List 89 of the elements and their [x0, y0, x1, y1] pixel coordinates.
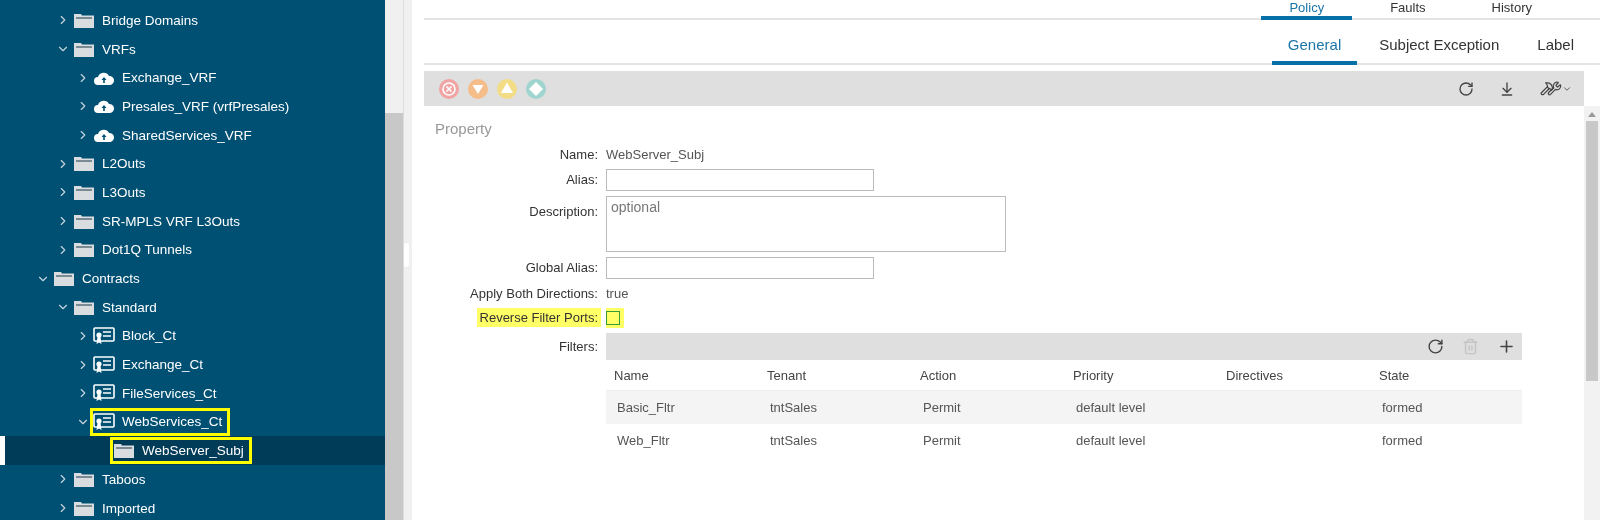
folder-icon: [73, 298, 95, 316]
table-cell-text: Permit: [922, 432, 962, 450]
folder-icon: [73, 241, 95, 259]
tree-row[interactable]: FileServices_Ct: [0, 378, 385, 408]
field-label: Global Alias:: [524, 259, 599, 277]
refresh-icon[interactable]: [1458, 80, 1474, 97]
tree-label: L3Outs: [102, 184, 146, 200]
tree-label: WebServer_Subj: [142, 443, 244, 459]
tree-row[interactable]: SharedServices_VRF: [0, 120, 385, 150]
tree-label: Block_Ct: [122, 328, 177, 344]
table-cell-text: tntSales: [769, 399, 818, 417]
tree-label: Bridge Domains: [102, 12, 199, 28]
tree-row[interactable]: Exchange_Ct: [0, 350, 385, 379]
tab[interactable]: Subject Exception: [1363, 36, 1516, 65]
table-cell-text: Basic_Fltr: [616, 399, 676, 417]
tree-row[interactable]: Taboos: [0, 465, 385, 494]
tab[interactable]: History: [1463, 0, 1560, 20]
field-label: Name:: [558, 146, 599, 164]
tree-label: Imported: [102, 500, 156, 516]
tab[interactable]: Label: [1521, 36, 1590, 65]
folder-icon: [53, 270, 75, 288]
folder-icon: [73, 470, 95, 488]
field-label: Apply Both Directions:: [469, 285, 599, 303]
tab[interactable]: General: [1271, 36, 1358, 65]
tab[interactable]: Policy: [1261, 0, 1353, 20]
folder-icon: [113, 442, 135, 460]
cloud-upload-icon: [93, 127, 115, 144]
tree-row[interactable]: Presales_VRF (vrfPresales): [0, 92, 385, 121]
tree-row[interactable]: WebServer_Subj: [0, 436, 385, 465]
tab[interactable]: Faults: [1362, 0, 1454, 20]
table-cell-text: formed: [1381, 432, 1424, 450]
plus-icon[interactable]: [1497, 337, 1516, 356]
certificate-icon: [93, 384, 115, 403]
folder-icon: [73, 212, 95, 230]
section-heading: Property: [435, 120, 493, 137]
tree-row[interactable]: Standard: [0, 292, 385, 322]
tree-label: Exchange_VRF: [122, 70, 217, 86]
tree-row[interactable]: Block_Ct: [0, 321, 385, 351]
checkbox[interactable]: [606, 311, 620, 325]
field-value: true: [606, 285, 630, 303]
table-cell-text: formed: [1381, 399, 1424, 417]
tree-row[interactable]: SR-MPLS VRF L3Outs: [0, 206, 385, 236]
tree-label: Dot1Q Tunnels: [102, 242, 193, 258]
tree-row[interactable]: Contracts: [0, 264, 385, 293]
folder-icon: [73, 40, 95, 58]
field-value: WebServer_Subj: [606, 146, 706, 164]
folder-icon: [73, 155, 95, 173]
tree-row[interactable]: Bridge Domains: [0, 6, 385, 35]
tree-row[interactable]: Dot1Q Tunnels: [0, 235, 385, 265]
tree-row[interactable]: WebServices_Ct: [0, 407, 385, 437]
field-label: Description:: [528, 203, 599, 221]
tree-label: Standard: [102, 299, 157, 315]
tree-row[interactable]: Exchange_VRF: [0, 63, 385, 93]
table-cell-text: Permit: [922, 399, 962, 417]
field-label: Reverse Filter Ports:: [476, 308, 601, 327]
tree-label: SR-MPLS VRF L3Outs: [102, 213, 241, 229]
cloud-upload-icon: [93, 98, 115, 115]
certificate-icon: [93, 412, 115, 431]
table-cell-text: default level: [1075, 432, 1147, 450]
tree-label: Presales_VRF (vrfPresales): [122, 98, 290, 114]
folder-icon: [73, 11, 95, 29]
tree-label: Contracts: [82, 271, 140, 287]
folder-icon: [73, 183, 95, 201]
table-cell-text: tntSales: [769, 432, 818, 450]
tree-label: VRFs: [102, 41, 136, 57]
description-field[interactable]: optional: [606, 196, 1006, 252]
certificate-icon: [93, 326, 115, 345]
tools-icon[interactable]: [1540, 81, 1572, 96]
download-icon[interactable]: [1499, 80, 1515, 97]
refresh-icon[interactable]: [1427, 338, 1444, 355]
tree-label: WebServices_Ct: [122, 414, 223, 430]
tree-row[interactable]: L3Outs: [0, 178, 385, 207]
tree-label: L2Outs: [102, 156, 146, 172]
text-field[interactable]: [606, 169, 874, 191]
table-cell-text: default level: [1075, 399, 1147, 417]
tree-label: SharedServices_VRF: [122, 127, 252, 143]
tree-row[interactable]: VRFs: [0, 34, 385, 64]
field-label: Alias:: [565, 171, 599, 189]
tree-row[interactable]: L2Outs: [0, 149, 385, 179]
tree-row[interactable]: Imported: [0, 493, 385, 520]
tree-label: Taboos: [102, 471, 146, 487]
table-cell-text: Web_Fltr: [616, 432, 671, 450]
folder-icon: [73, 499, 95, 517]
selection-bar: [0, 436, 5, 465]
tree-label: Exchange_Ct: [122, 357, 204, 373]
field-label: Filters:: [558, 338, 599, 356]
tree-label: FileServices_Ct: [122, 385, 217, 401]
certificate-icon: [93, 355, 115, 374]
text-field[interactable]: [606, 257, 874, 279]
